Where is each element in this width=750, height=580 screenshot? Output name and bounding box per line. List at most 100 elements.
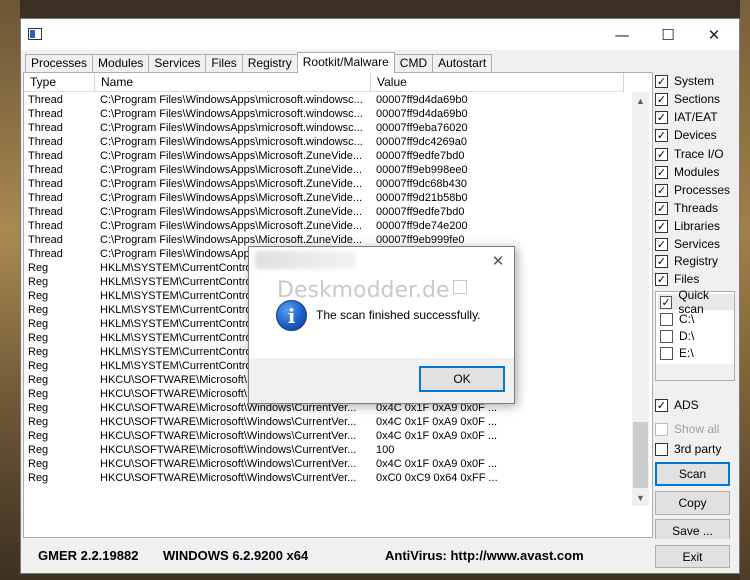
vertical-scrollbar[interactable]: ▲ ▼ xyxy=(632,92,649,506)
table-row[interactable]: Thread C:\Program Files\WindowsApps\Micro… xyxy=(24,205,630,219)
table-row[interactable]: Thread C:\Program Files\WindowsApps\Micro… xyxy=(24,149,630,163)
checkbox-threads[interactable]: ✓ Threads xyxy=(655,200,718,216)
table-row[interactable]: Thread C:\Program Files\WindowsApps\micro… xyxy=(24,121,630,135)
table-row[interactable]: Reg HKCU\SOFTWARE\Microsoft\Windows\Curre… xyxy=(24,471,630,485)
scroll-down-icon[interactable]: ▼ xyxy=(632,489,649,506)
column-header-name[interactable]: Name xyxy=(95,73,371,92)
desktop-background-right xyxy=(740,0,750,580)
watermark-logo xyxy=(453,280,467,294)
table-row[interactable]: Reg HKCU\SOFTWARE\Microsoft\Windows\Curre… xyxy=(24,429,630,443)
column-header-value[interactable]: Value xyxy=(371,73,624,92)
table-row[interactable]: Reg HKCU\SOFTWARE\Microsoft\Windows\Curre… xyxy=(24,415,630,429)
checkbox-label: Threads xyxy=(674,201,719,215)
table-row[interactable]: Thread C:\Program Files\WindowsApps\micro… xyxy=(24,93,630,107)
tab-modules[interactable]: Modules xyxy=(92,54,150,73)
table-row[interactable]: Thread C:\Program Files\WindowsApps\micro… xyxy=(24,107,630,121)
checkbox-libraries[interactable]: ✓ Libraries xyxy=(655,218,720,234)
drive-c[interactable]: C:\ xyxy=(660,311,694,327)
cell-name: HKCU\SOFTWARE\Microsoft\Windows\CurrentV… xyxy=(100,472,357,484)
cell-type: Thread xyxy=(28,178,63,190)
table-row[interactable]: Thread C:\Program Files\WindowsApps\Micro… xyxy=(24,233,630,247)
table-row[interactable]: Thread C:\Program Files\WindowsApps\Micro… xyxy=(24,191,630,205)
ok-button[interactable]: OK xyxy=(419,366,505,392)
cell-value: 00007ff9dc4269a0 xyxy=(376,136,467,148)
checkbox-box xyxy=(660,312,673,326)
drive-e[interactable]: E:\ xyxy=(660,345,694,361)
tab-processes[interactable]: Processes xyxy=(25,54,94,73)
checkbox-box: ✓ xyxy=(655,147,668,161)
drive-list[interactable]: ✓ Quick scan C:\ D:\ E:\ xyxy=(655,288,735,381)
table-row[interactable]: Thread C:\Program Files\WindowsApps\micro… xyxy=(24,135,630,149)
cell-name: HKCU\SOFTWARE\Microsoft\Windows\CurrentV… xyxy=(100,458,357,470)
cell-value: 0x4C 0x1F 0xA9 0x0F ... xyxy=(376,416,498,428)
checkbox-label: System xyxy=(674,74,715,88)
minimize-button[interactable]: — xyxy=(599,19,645,50)
scroll-thumb[interactable] xyxy=(633,422,648,488)
cell-type: Reg xyxy=(28,276,49,288)
checkbox-box: ✓ xyxy=(655,237,668,251)
cell-name: C:\Program Files\WindowsApps\microsoft.w… xyxy=(100,94,363,106)
checkbox-registry[interactable]: ✓ Registry xyxy=(655,253,718,269)
copy-button[interactable]: Copy xyxy=(655,491,730,515)
checkbox-system[interactable]: ✓ System xyxy=(655,73,714,89)
table-row[interactable]: Thread C:\Program Files\WindowsApps\Micro… xyxy=(24,177,630,191)
cell-value: 00007ff9eba76020 xyxy=(376,122,468,134)
checkbox-services[interactable]: ✓ Services xyxy=(655,236,720,252)
checkbox-trace-io[interactable]: ✓ Trace I/O xyxy=(655,146,724,162)
drive-horizontal-scrollbar[interactable] xyxy=(656,364,734,380)
checkbox-label: Libraries xyxy=(674,219,721,233)
maximize-button[interactable]: ☐ xyxy=(645,19,691,50)
drive-d[interactable]: D:\ xyxy=(660,328,694,344)
tab-services[interactable]: Services xyxy=(148,54,207,73)
cell-value: 00007ff9d4da69b0 xyxy=(376,94,468,106)
drive-quick-scan[interactable]: ✓ Quick scan xyxy=(658,288,734,316)
cell-name: C:\Program Files\WindowsApps\microsoft.w… xyxy=(100,108,363,120)
cell-type: Thread xyxy=(28,150,63,162)
checkbox-devices[interactable]: ✓ Devices xyxy=(655,127,717,143)
checkbox-3rd-party[interactable]: 3rd party xyxy=(655,441,721,457)
tab-files[interactable]: Files xyxy=(205,54,243,73)
info-icon: i xyxy=(276,300,307,331)
table-row[interactable]: Thread C:\Program Files\WindowsApps\Micro… xyxy=(24,219,630,233)
checkbox-iat-eat[interactable]: ✓ IAT/EAT xyxy=(655,109,718,125)
checkbox-ads[interactable]: ✓ ADS xyxy=(655,397,699,413)
checkbox-box: ✓ xyxy=(655,254,668,268)
dialog-close-button[interactable]: ✕ xyxy=(484,249,512,273)
options-pane: ✓ System ✓ Sections ✓ IAT/EAT ✓ Devices … xyxy=(653,71,739,543)
dialog-title-bar: ✕ xyxy=(249,247,514,274)
scroll-up-icon[interactable]: ▲ xyxy=(632,92,649,109)
table-row[interactable]: Thread C:\Program Files\WindowsApps\Micro… xyxy=(24,163,630,177)
exit-button[interactable]: Exit xyxy=(655,545,730,568)
cell-name: C:\Program Files\WindowsApps\microsoft.w… xyxy=(100,136,363,148)
checkbox-box: ✓ xyxy=(655,272,668,286)
scan-button[interactable]: Scan xyxy=(655,462,730,486)
checkbox-sections[interactable]: ✓ Sections xyxy=(655,91,720,107)
dialog-footer: OK xyxy=(249,358,514,403)
cell-type: Thread xyxy=(28,136,63,148)
cell-type: Reg xyxy=(28,458,49,470)
table-row[interactable]: Reg HKCU\SOFTWARE\Microsoft\Windows\Curre… xyxy=(24,443,630,457)
cell-type: Thread xyxy=(28,108,63,120)
checkbox-processes[interactable]: ✓ Processes xyxy=(655,182,730,198)
dialog-message: The scan finished successfully. xyxy=(316,308,481,322)
checkbox-label: Show all xyxy=(674,422,720,436)
tab-cmd[interactable]: CMD xyxy=(393,54,434,73)
checkbox-modules[interactable]: ✓ Modules xyxy=(655,164,719,180)
close-icon: ✕ xyxy=(491,252,505,270)
cell-name: C:\Program Files\WindowsApps\Microsoft.Z… xyxy=(100,150,363,162)
tab-rootkit-malware[interactable]: Rootkit/Malware xyxy=(296,52,395,73)
tab-registry[interactable]: Registry xyxy=(241,54,298,73)
cell-value: 00007ff9eb999fe0 xyxy=(376,234,465,246)
close-button[interactable]: ✕ xyxy=(691,19,737,50)
checkbox-files[interactable]: ✓ Files xyxy=(655,271,699,287)
os-text: WINDOWS 6.2.9200 x64 xyxy=(163,548,309,563)
cell-type: Reg xyxy=(28,444,49,456)
cell-type: Reg xyxy=(28,290,49,302)
cell-name: C:\Program Files\WindowsApps\Microsoft.Z… xyxy=(100,192,363,204)
status-bar: GMER 2.2.19882 WINDOWS 6.2.9200 x64 Anti… xyxy=(21,539,739,573)
table-row[interactable]: Reg HKCU\SOFTWARE\Microsoft\Windows\Curre… xyxy=(24,457,630,471)
cell-type: Reg xyxy=(28,262,49,274)
column-header-type[interactable]: Type xyxy=(24,73,95,92)
cell-value: 00007ff9edfe7bd0 xyxy=(376,150,465,162)
tab-autostart[interactable]: Autostart xyxy=(432,54,493,73)
